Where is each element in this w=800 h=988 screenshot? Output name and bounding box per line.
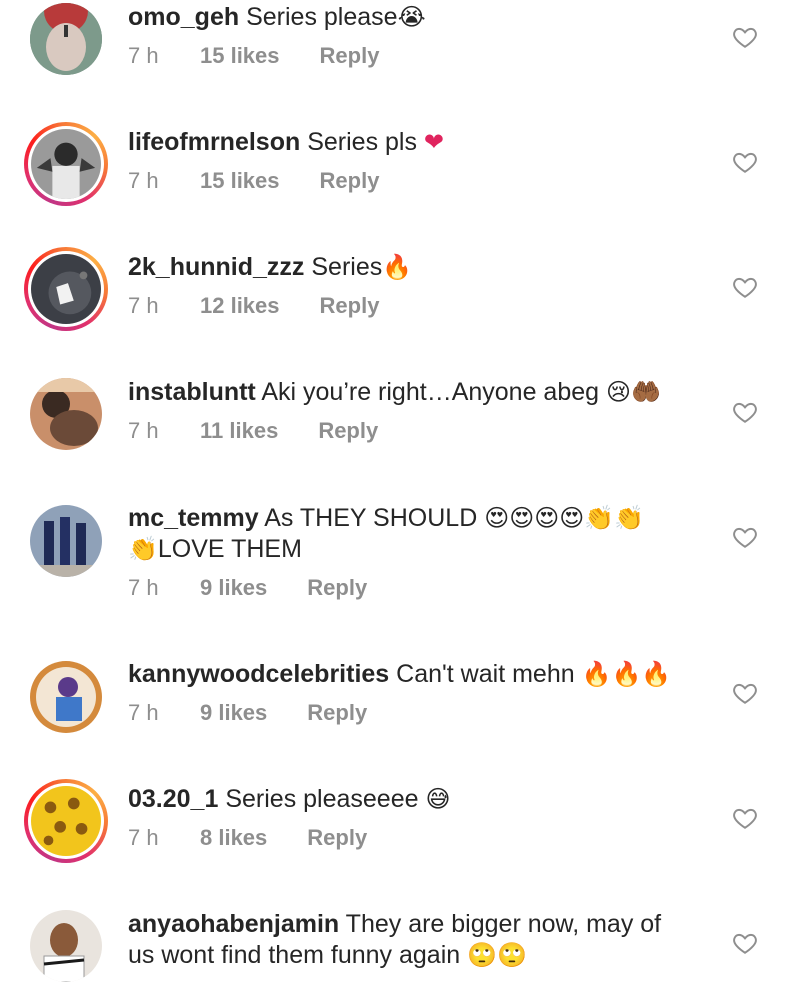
comment-text: Can't wait mehn (396, 660, 575, 688)
comment-timestamp: 7 h (128, 168, 159, 193)
comment-username[interactable]: omo_geh (128, 3, 239, 31)
comment-timestamp: 7 h (128, 43, 159, 68)
avatar[interactable] (30, 3, 102, 75)
reply-button[interactable]: Reply (320, 43, 380, 69)
comment-username[interactable]: 03.20_1 (128, 785, 218, 813)
avatar[interactable] (30, 378, 102, 450)
comment-timestamp: 7 h (128, 700, 159, 725)
comment-username[interactable]: 2k_hunnid_zzz (128, 253, 304, 281)
comment-username[interactable]: instabluntt (128, 378, 256, 406)
like-heart-icon[interactable] (732, 524, 758, 550)
comment-timestamp: 7 h (128, 293, 159, 318)
fire-emoji-icon: 🔥🔥🔥 (581, 660, 672, 688)
comment-likes-count[interactable]: 12 likes (200, 293, 280, 319)
reply-button[interactable]: Reply (320, 168, 380, 194)
comment-username[interactable]: anyaohabenjamin (128, 910, 339, 938)
grinning-sweat-emoji-icon: 😅 (425, 785, 451, 813)
sad-emoji-icon: 😢🤲🏾 (606, 378, 661, 406)
reply-button[interactable]: Reply (307, 700, 367, 726)
comment-text: As THEY SHOULD (264, 504, 478, 532)
avatar[interactable] (24, 779, 108, 863)
comment-text: They are bigger now, may of (345, 910, 662, 938)
reply-button[interactable]: Reply (307, 575, 367, 601)
crying-emoji-icon: 😭 (397, 3, 426, 31)
like-heart-icon[interactable] (732, 149, 758, 175)
comment-timestamp: 7 h (128, 575, 159, 600)
avatar[interactable] (24, 122, 108, 206)
comment-likes-count[interactable]: 15 likes (200, 43, 280, 69)
avatar[interactable] (24, 247, 108, 331)
like-heart-icon[interactable] (732, 24, 758, 50)
like-heart-icon[interactable] (732, 805, 758, 831)
reply-button[interactable]: Reply (307, 825, 367, 851)
like-heart-icon[interactable] (732, 274, 758, 300)
comment-timestamp: 7 h (128, 418, 159, 443)
comment-text: Series please (246, 3, 398, 31)
avatar[interactable] (30, 505, 102, 577)
comment-likes-count[interactable]: 9 likes (200, 575, 267, 601)
like-heart-icon[interactable] (732, 930, 758, 956)
comment-text: LOVE THEM (157, 535, 302, 563)
eye-roll-emoji-icon: 🙄🙄 (467, 941, 527, 969)
heart-eyes-emoji-icon: 😍😍😍😍👏👏 (484, 504, 645, 532)
comment-username[interactable]: mc_temmy (128, 504, 259, 532)
reply-button[interactable]: Reply (318, 418, 378, 444)
avatar[interactable] (30, 910, 102, 982)
avatar[interactable] (30, 661, 102, 733)
comment-username[interactable]: lifeofmrnelson (128, 128, 300, 156)
red-heart-emoji-icon: ❤ (423, 128, 445, 156)
comment-text: Series pleaseeee (225, 785, 419, 813)
comment-likes-count[interactable]: 9 likes (200, 700, 267, 726)
comment-likes-count[interactable]: 11 likes (200, 418, 278, 444)
comment-text: us wont find them funny again (128, 941, 461, 969)
like-heart-icon[interactable] (732, 680, 758, 706)
comment-likes-count[interactable]: 8 likes (200, 825, 267, 851)
fire-emoji-icon: 🔥 (382, 253, 413, 281)
comment-text: Aki you’re right…Anyone abeg (261, 378, 600, 406)
comment-timestamp: 7 h (128, 825, 159, 850)
comment-likes-count[interactable]: 15 likes (200, 168, 280, 194)
comment-text: Series pls (307, 128, 417, 156)
like-heart-icon[interactable] (732, 399, 758, 425)
reply-button[interactable]: Reply (320, 293, 380, 319)
clapping-hands-emoji-icon: 👏 (128, 535, 158, 563)
comment-username[interactable]: kannywoodcelebrities (128, 660, 389, 688)
comment-text: Series (311, 253, 383, 281)
